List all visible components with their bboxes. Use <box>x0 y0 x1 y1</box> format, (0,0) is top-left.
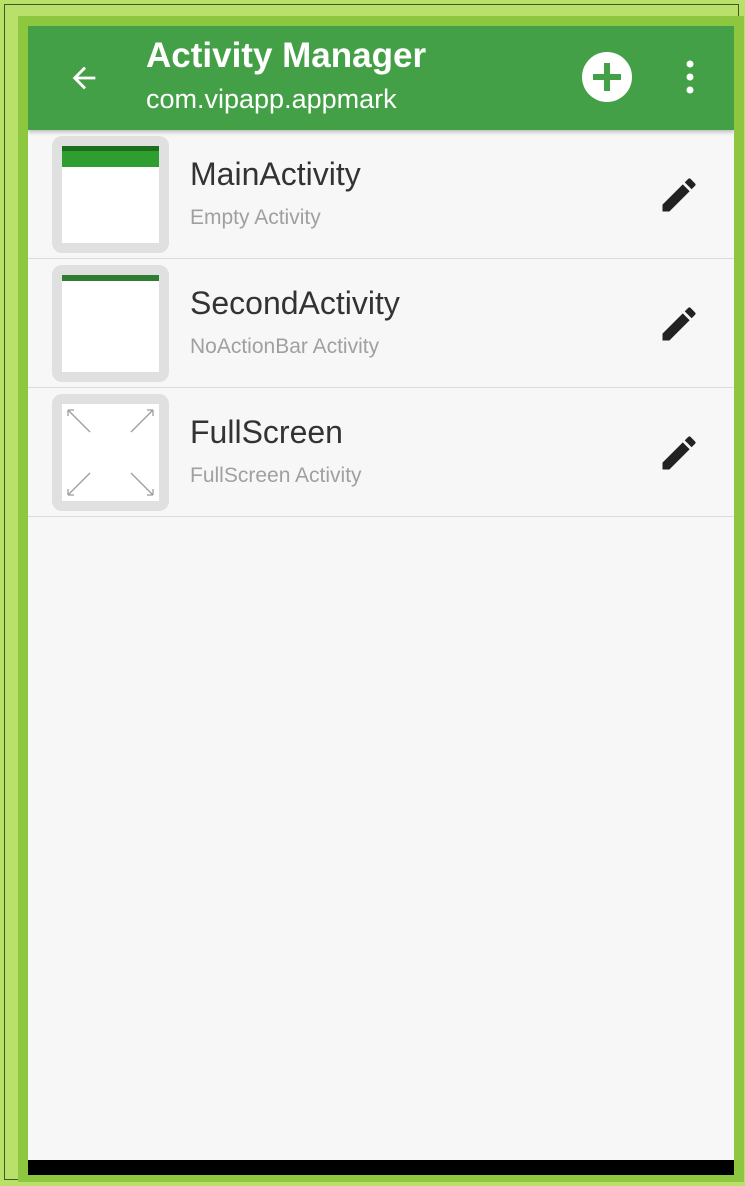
pencil-icon <box>662 307 696 341</box>
activity-preview-thumbnail <box>52 136 169 253</box>
activity-type: FullScreen Activity <box>190 464 362 487</box>
fullscreen-arrows-icon <box>67 409 154 496</box>
activity-name: FullScreen <box>190 414 343 450</box>
add-activity-button[interactable] <box>580 50 634 104</box>
system-navigation-bar <box>28 1160 734 1175</box>
activity-type: Empty Activity <box>190 206 321 229</box>
plus-circle-icon <box>582 52 632 102</box>
arrow-left-icon <box>72 66 96 90</box>
pencil-icon <box>662 436 696 470</box>
package-name: com.vipapp.appmark <box>146 84 397 114</box>
more-vertical-icon <box>686 60 694 94</box>
status-bar-preview <box>62 275 159 281</box>
activity-preview-thumbnail <box>52 265 169 382</box>
page-title: Activity Manager <box>146 36 427 75</box>
app-bar: Activity Manager com.vipapp.appmark <box>28 26 734 130</box>
activity-preview-thumbnail <box>52 394 169 511</box>
app-screen: Activity Manager com.vipapp.appmark Main… <box>28 26 734 1175</box>
pencil-icon <box>662 178 696 212</box>
activity-list: MainActivity Empty Activity SecondActivi… <box>28 130 734 517</box>
edit-button[interactable] <box>652 426 706 480</box>
activity-type: NoActionBar Activity <box>190 335 380 358</box>
list-item-second-activity[interactable]: SecondActivity NoActionBar Activity <box>28 259 734 388</box>
overflow-menu-button[interactable] <box>668 50 712 104</box>
activity-name: SecondActivity <box>190 285 400 321</box>
activity-name: MainActivity <box>190 156 361 192</box>
edit-button[interactable] <box>652 168 706 222</box>
edit-button[interactable] <box>652 297 706 351</box>
list-item-main-activity[interactable]: MainActivity Empty Activity <box>28 130 734 259</box>
list-item-fullscreen[interactable]: FullScreen FullScreen Activity <box>28 388 734 517</box>
back-button[interactable] <box>60 54 108 102</box>
